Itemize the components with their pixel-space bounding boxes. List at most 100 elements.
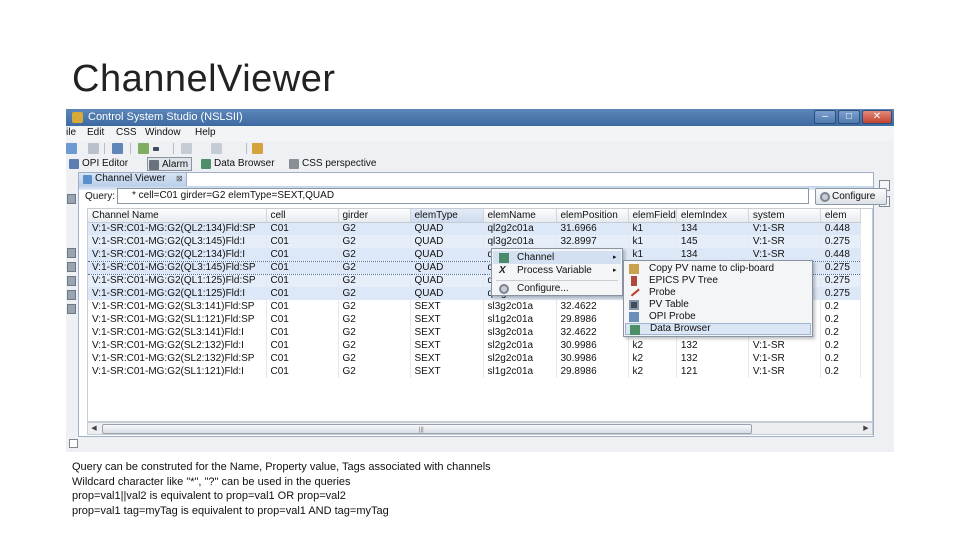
query-input[interactable]: * cell=C01 girder=G2 elemType=SEXT,QUAD …	[117, 188, 842, 204]
column-header[interactable]: elemType	[410, 209, 484, 223]
column-header[interactable]: Channel Name	[88, 209, 267, 223]
table-cell: 29.8986	[556, 313, 629, 326]
fast-view-icon[interactable]	[69, 439, 78, 448]
table-cell: V:1-SR:C01-MG:G2(QL3:145)Fld:I	[88, 235, 267, 248]
table-cell: G2	[338, 260, 411, 275]
minimized-view-icon[interactable]	[67, 290, 76, 300]
menu-edit[interactable]: Edit	[87, 127, 104, 138]
menu-item-data-browser[interactable]: Data Browser	[625, 323, 811, 335]
table-cell: V:1-SR	[748, 365, 821, 378]
table-cell: ql3g2c01a	[483, 235, 557, 248]
menu-item-process-variable[interactable]: X Process Variable ▸	[493, 264, 621, 277]
alarm-icon	[149, 160, 159, 170]
context-menu: Channel ▸ X Process Variable ▸ Configure…	[491, 248, 623, 296]
workspace-icon[interactable]	[112, 143, 123, 154]
menu-item-label: EPICS PV Tree	[649, 275, 718, 286]
maximize-button[interactable]: □	[838, 110, 860, 124]
column-header[interactable]: cell	[266, 209, 339, 223]
menu-item-channel[interactable]: Channel ▸	[493, 251, 621, 264]
menu-item-epics-pv-tree[interactable]: EPICS PV Tree	[625, 275, 811, 287]
minimized-view-icon[interactable]	[67, 194, 76, 204]
minimized-view-icon[interactable]	[67, 304, 76, 314]
scroll-right-icon[interactable]: ▶	[860, 423, 872, 434]
table-cell: QUAD	[410, 222, 484, 235]
process-variable-icon: X	[499, 265, 506, 276]
table-cell: C01	[266, 235, 339, 248]
table-cell: G2	[338, 365, 411, 378]
note-line: prop=val1||val2 is equivalent to prop=va…	[72, 490, 346, 502]
table-cell: 0.275	[820, 287, 861, 300]
submenu-arrow-icon: ▸	[613, 254, 617, 261]
table-row[interactable]: V:1-SR:C01-MG:G2(SL2:132)Fld:SP C01 G2 SEXT…	[88, 352, 861, 365]
table-cell: 0.2	[820, 339, 861, 352]
link-icon[interactable]	[252, 143, 263, 154]
tab-channel-viewer[interactable]: Channel Viewer ⊠	[79, 173, 187, 186]
table-cell: QUAD	[410, 287, 484, 300]
perspective-opi-editor[interactable]: OPI Editor	[68, 157, 128, 171]
table-cell: V:1-SR	[748, 222, 821, 235]
slide-notes: Query can be construted for the Name, Pr…	[72, 460, 872, 518]
table-cell: 32.8997	[556, 235, 629, 248]
table-cell: V:1-SR:C01-MG:G2(SL1:121)Fld:SP	[88, 313, 267, 326]
perspective-alarm[interactable]: Alarm	[147, 157, 193, 171]
minimized-view-icon[interactable]	[67, 248, 76, 258]
horizontal-scrollbar[interactable]: ◀ ||| ▶	[87, 422, 873, 435]
opi-editor-icon	[69, 159, 79, 169]
menu-item-configure[interactable]: Configure...	[493, 282, 621, 295]
perspective-data-browser[interactable]: Data Browser	[200, 157, 275, 171]
forward-icon[interactable]	[211, 143, 222, 154]
table-cell: V:1-SR:C01-MG:G2(QL1:125)Fld:I	[88, 287, 267, 300]
table-row[interactable]: V:1-SR:C01-MG:G2(SL1:121)Fld:I C01 G2 SEXT s…	[88, 365, 861, 378]
table-row[interactable]: V:1-SR:C01-MG:G2(QL3:145)Fld:I C01 G2 QUAD q…	[88, 235, 861, 248]
column-header[interactable]: girder	[338, 209, 411, 223]
table-cell: sl2g2c01a	[483, 339, 557, 352]
menu-item-copy-pv-name[interactable]: Copy PV name to clip-board	[625, 263, 811, 275]
window-title: Control System Studio (NSLSII)	[88, 111, 243, 123]
perspective-label: Data Browser	[214, 158, 275, 169]
column-header[interactable]: elemPosition	[556, 209, 629, 223]
menu-item-pv-table[interactable]: PV Table	[625, 299, 811, 311]
column-header[interactable]: system	[748, 209, 821, 223]
table-cell: 32.4622	[556, 326, 629, 339]
scrollbar-thumb[interactable]: |||	[102, 424, 752, 434]
perspective-css[interactable]: CSS perspective	[288, 157, 376, 171]
menu-item-probe[interactable]: Probe	[625, 285, 811, 299]
menu-item-label: PV Table	[649, 299, 689, 310]
chevron-down-icon[interactable]	[153, 147, 159, 151]
table-cell: G2	[338, 248, 411, 261]
minimize-button[interactable]: –	[814, 110, 836, 124]
menu-item-label: Process Variable	[517, 265, 592, 276]
menu-item-label: OPI Probe	[649, 311, 696, 322]
scroll-left-icon[interactable]: ◀	[88, 423, 100, 434]
column-header[interactable]: elem	[820, 209, 861, 223]
table-cell: C01	[266, 287, 339, 300]
column-header[interactable]: elemIndex	[676, 209, 749, 223]
minimized-view-icon[interactable]	[67, 262, 76, 272]
save-icon[interactable]	[88, 143, 99, 154]
table-cell: G2	[338, 326, 411, 339]
table-cell: C01	[266, 260, 339, 275]
new-icon[interactable]	[66, 143, 77, 154]
table-row[interactable]: V:1-SR:C01-MG:G2(SL2:132)Fld:I C01 G2 SEXT s…	[88, 339, 861, 352]
column-header[interactable]: elemField	[628, 209, 677, 223]
open-display-icon[interactable]	[138, 143, 149, 154]
clipboard-icon	[629, 264, 639, 274]
menu-item-opi-probe[interactable]: OPI Probe	[625, 311, 811, 323]
pv-table-icon	[629, 300, 639, 310]
window-titlebar[interactable]: Control System Studio (NSLSII) – □ ✕	[66, 109, 894, 126]
menu-file[interactable]: ile	[66, 127, 76, 138]
table-cell: SEXT	[410, 313, 484, 326]
table-cell: 121	[676, 365, 749, 378]
back-icon[interactable]	[181, 143, 192, 154]
menu-window[interactable]: Window	[145, 127, 181, 138]
close-button[interactable]: ✕	[862, 110, 892, 124]
menu-help[interactable]: Help	[195, 127, 216, 138]
configure-button[interactable]: Configure	[815, 188, 887, 205]
table-cell: C01	[266, 300, 339, 313]
table-row[interactable]: V:1-SR:C01-MG:G2(QL2:134)Fld:SP C01 G2 QUAD…	[88, 222, 861, 235]
column-header[interactable]: elemName	[483, 209, 557, 223]
table-cell: sl3g2c01a	[483, 300, 557, 313]
minimized-view-icon[interactable]	[67, 276, 76, 286]
close-tab-icon[interactable]: ⊠	[176, 173, 183, 185]
menu-css[interactable]: CSS	[116, 127, 137, 138]
